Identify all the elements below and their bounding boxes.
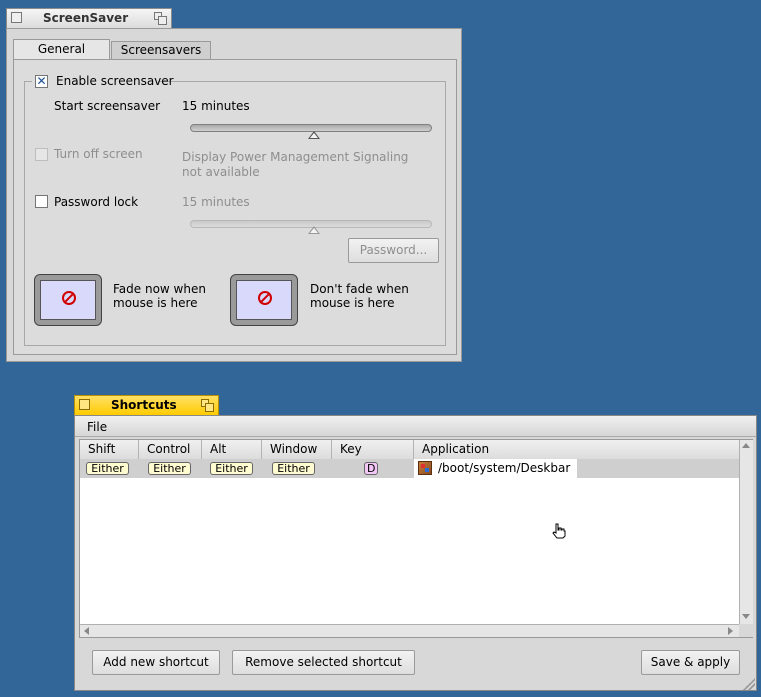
resize-grip[interactable] <box>743 678 755 690</box>
save-apply-button[interactable]: Save & apply <box>641 650 740 675</box>
vertical-scrollbar[interactable] <box>739 440 753 624</box>
column-alt-label: Alt <box>210 442 227 456</box>
general-panel: ✕ Enable screensaver Start screensaver 1… <box>13 59 457 355</box>
fade-now-label-line2: mouse is here <box>113 296 198 310</box>
password-lock-label: Password lock <box>54 195 139 209</box>
column-window[interactable]: Window <box>262 440 332 459</box>
no-entry-icon <box>62 291 76 305</box>
zoom-icon[interactable] <box>201 399 214 412</box>
close-icon[interactable] <box>79 399 90 410</box>
shortcuts-window: File Shift Control Alt Window Key Applic… <box>74 415 757 691</box>
password-slider-thumb-inner <box>310 228 318 233</box>
turn-off-screen-checkbox <box>35 148 48 161</box>
start-screensaver-label: Start screensaver <box>54 99 161 113</box>
tab-screensavers[interactable]: Screensavers <box>111 41 211 59</box>
shortcuts-window-title: Shortcuts <box>111 398 177 412</box>
dont-fade-label-line1: Don't fade when <box>310 282 409 296</box>
dpms-note-line1: Display Power Management Signaling <box>182 150 409 164</box>
column-application-label: Application <box>422 442 490 456</box>
password-lock-value: 15 minutes <box>182 195 250 209</box>
alt-chip[interactable]: Either <box>210 462 253 475</box>
column-window-label: Window <box>270 442 318 456</box>
shortcuts-list: Shift Control Alt Window Key Application… <box>79 439 753 638</box>
window-chip[interactable]: Either <box>272 462 315 475</box>
screensaver-window: General Screensavers ✕ Enable screensave… <box>6 28 462 362</box>
enable-row[interactable]: ✕ Enable screensaver <box>32 73 174 89</box>
password-lock-checkbox[interactable] <box>35 195 48 208</box>
dont-fade-corner-picker[interactable] <box>230 274 298 326</box>
table-row[interactable]: Either Either Either Either D /boot/syst… <box>80 459 739 478</box>
enable-screensaver-label: Enable screensaver <box>56 74 174 88</box>
screensaver-window-tab[interactable]: ScreenSaver <box>6 8 172 28</box>
scroll-corner <box>739 624 753 637</box>
scroll-up-arrow-icon[interactable] <box>742 443 750 448</box>
shortcuts-window-tab[interactable]: Shortcuts <box>74 395 219 415</box>
scroll-left-arrow-icon[interactable] <box>84 627 89 635</box>
column-control[interactable]: Control <box>139 440 202 459</box>
add-shortcut-button[interactable]: Add new shortcut <box>92 650 220 675</box>
fade-now-screen <box>40 280 96 320</box>
start-slider-thumb-inner <box>310 133 318 138</box>
key-chip[interactable]: D <box>364 462 378 475</box>
column-shift-label: Shift <box>88 442 116 456</box>
column-alt[interactable]: Alt <box>202 440 262 459</box>
start-screensaver-value: 15 minutes <box>182 99 250 113</box>
column-key-label: Key <box>340 442 362 456</box>
zoom-icon[interactable] <box>154 12 167 25</box>
column-application[interactable]: Application <box>414 440 740 459</box>
tab-general-label: General <box>37 42 86 56</box>
tab-screensavers-label: Screensavers <box>120 43 202 57</box>
turn-off-screen-label: Turn off screen <box>54 147 143 161</box>
column-key[interactable]: Key <box>332 440 414 459</box>
scroll-right-arrow-icon[interactable] <box>728 627 733 635</box>
column-control-label: Control <box>147 442 191 456</box>
application-cell[interactable]: /boot/system/Deskbar <box>414 459 577 478</box>
password-button: Password... <box>348 238 439 263</box>
close-icon[interactable] <box>11 12 22 23</box>
no-entry-icon <box>258 291 272 305</box>
fade-now-label-line1: Fade now when <box>113 282 206 296</box>
application-path: /boot/system/Deskbar <box>438 461 571 475</box>
remove-shortcut-button[interactable]: Remove selected shortcut <box>232 650 415 675</box>
enable-screensaver-checkbox[interactable]: ✕ <box>35 75 48 88</box>
control-chip[interactable]: Either <box>148 462 191 475</box>
screensaver-window-title: ScreenSaver <box>43 11 129 25</box>
shift-chip[interactable]: Either <box>86 462 129 475</box>
dont-fade-label-line2: mouse is here <box>310 296 395 310</box>
dont-fade-screen <box>236 280 292 320</box>
menu-bar: File <box>75 416 756 437</box>
scroll-down-arrow-icon[interactable] <box>742 614 750 619</box>
tab-general[interactable]: General <box>13 39 110 59</box>
deskbar-icon <box>418 461 432 475</box>
menu-file[interactable]: File <box>87 420 107 434</box>
horizontal-scrollbar[interactable] <box>80 624 739 637</box>
fade-now-corner-picker[interactable] <box>34 274 102 326</box>
column-shift[interactable]: Shift <box>80 440 139 459</box>
hand-cursor-icon <box>551 523 567 539</box>
dpms-note-line2: not available <box>182 165 260 179</box>
